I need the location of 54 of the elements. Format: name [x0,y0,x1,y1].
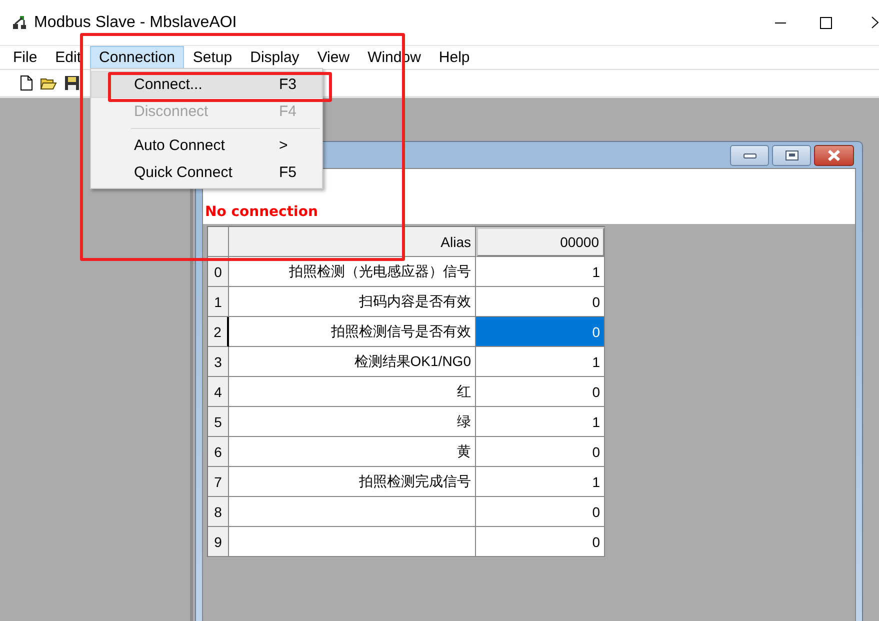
column-header: 00000 [476,227,605,257]
minimize-button[interactable] [730,144,769,166]
menu-item[interactable]: Help [430,46,479,69]
row-number: 2 [208,317,229,347]
alias-cell[interactable]: 绿 [229,407,476,437]
grid-corner[interactable] [208,227,229,257]
close-icon [827,148,841,162]
menu-option[interactable]: Quick Connect F5 [91,159,322,186]
menu-item[interactable]: Setup [184,46,242,69]
alias-cell[interactable] [229,497,476,527]
new-file-icon [18,75,34,91]
row-number: 4 [208,377,229,407]
row-number: 8 [208,497,229,527]
row-number: 7 [208,467,229,497]
alias-cell[interactable]: 拍照检测（光电感应器）信号 [229,257,476,287]
value-cell[interactable]: 1 [476,407,605,437]
save-icon [64,75,80,91]
restore-icon [784,150,798,160]
menu-item[interactable]: Connection [90,46,184,69]
menu-item[interactable]: View [308,46,359,69]
maximize-icon [819,16,833,30]
value-cell[interactable]: 0 [476,317,605,347]
row-number: 6 [208,437,229,467]
value-cell[interactable]: 0 [476,287,605,317]
row-number: 0 [208,257,229,287]
alias-cell[interactable]: 拍照检测完成信号 [229,467,476,497]
value-cell[interactable]: 1 [476,467,605,497]
menu-item[interactable]: Display [241,46,308,69]
row-number: 1 [208,287,229,317]
menu-item[interactable]: File [4,46,46,69]
value-cell[interactable]: 0 [476,527,605,557]
row-number: 5 [208,407,229,437]
connection-status: No connection [205,204,318,220]
close-icon [871,16,879,29]
menu-item[interactable]: Edit [46,46,90,69]
app-icon [12,14,28,30]
value-cell[interactable]: 0 [476,497,605,527]
alias-cell[interactable] [229,527,476,557]
value-cell[interactable]: 1 [476,257,605,287]
alias-cell[interactable]: 红 [229,377,476,407]
value-cell[interactable]: 0 [476,377,605,407]
alias-cell[interactable]: 检测结果OK1/NG0 [229,347,476,377]
menu-option[interactable]: Auto Connect > [91,132,322,159]
alias-cell[interactable]: 扫码内容是否有效 [229,287,476,317]
value-cell[interactable]: 1 [476,347,605,377]
alias-cell[interactable]: 拍照检测信号是否有效 [229,317,476,347]
column-header: Alias [229,227,476,257]
close-button[interactable] [814,144,854,166]
alias-cell[interactable]: 黄 [229,437,476,467]
row-number: 9 [208,527,229,557]
restore-button[interactable] [772,144,811,166]
window-title: Modbus Slave - MbslaveAOI [34,14,237,32]
row-number: 3 [208,347,229,377]
value-cell[interactable]: 0 [476,437,605,467]
